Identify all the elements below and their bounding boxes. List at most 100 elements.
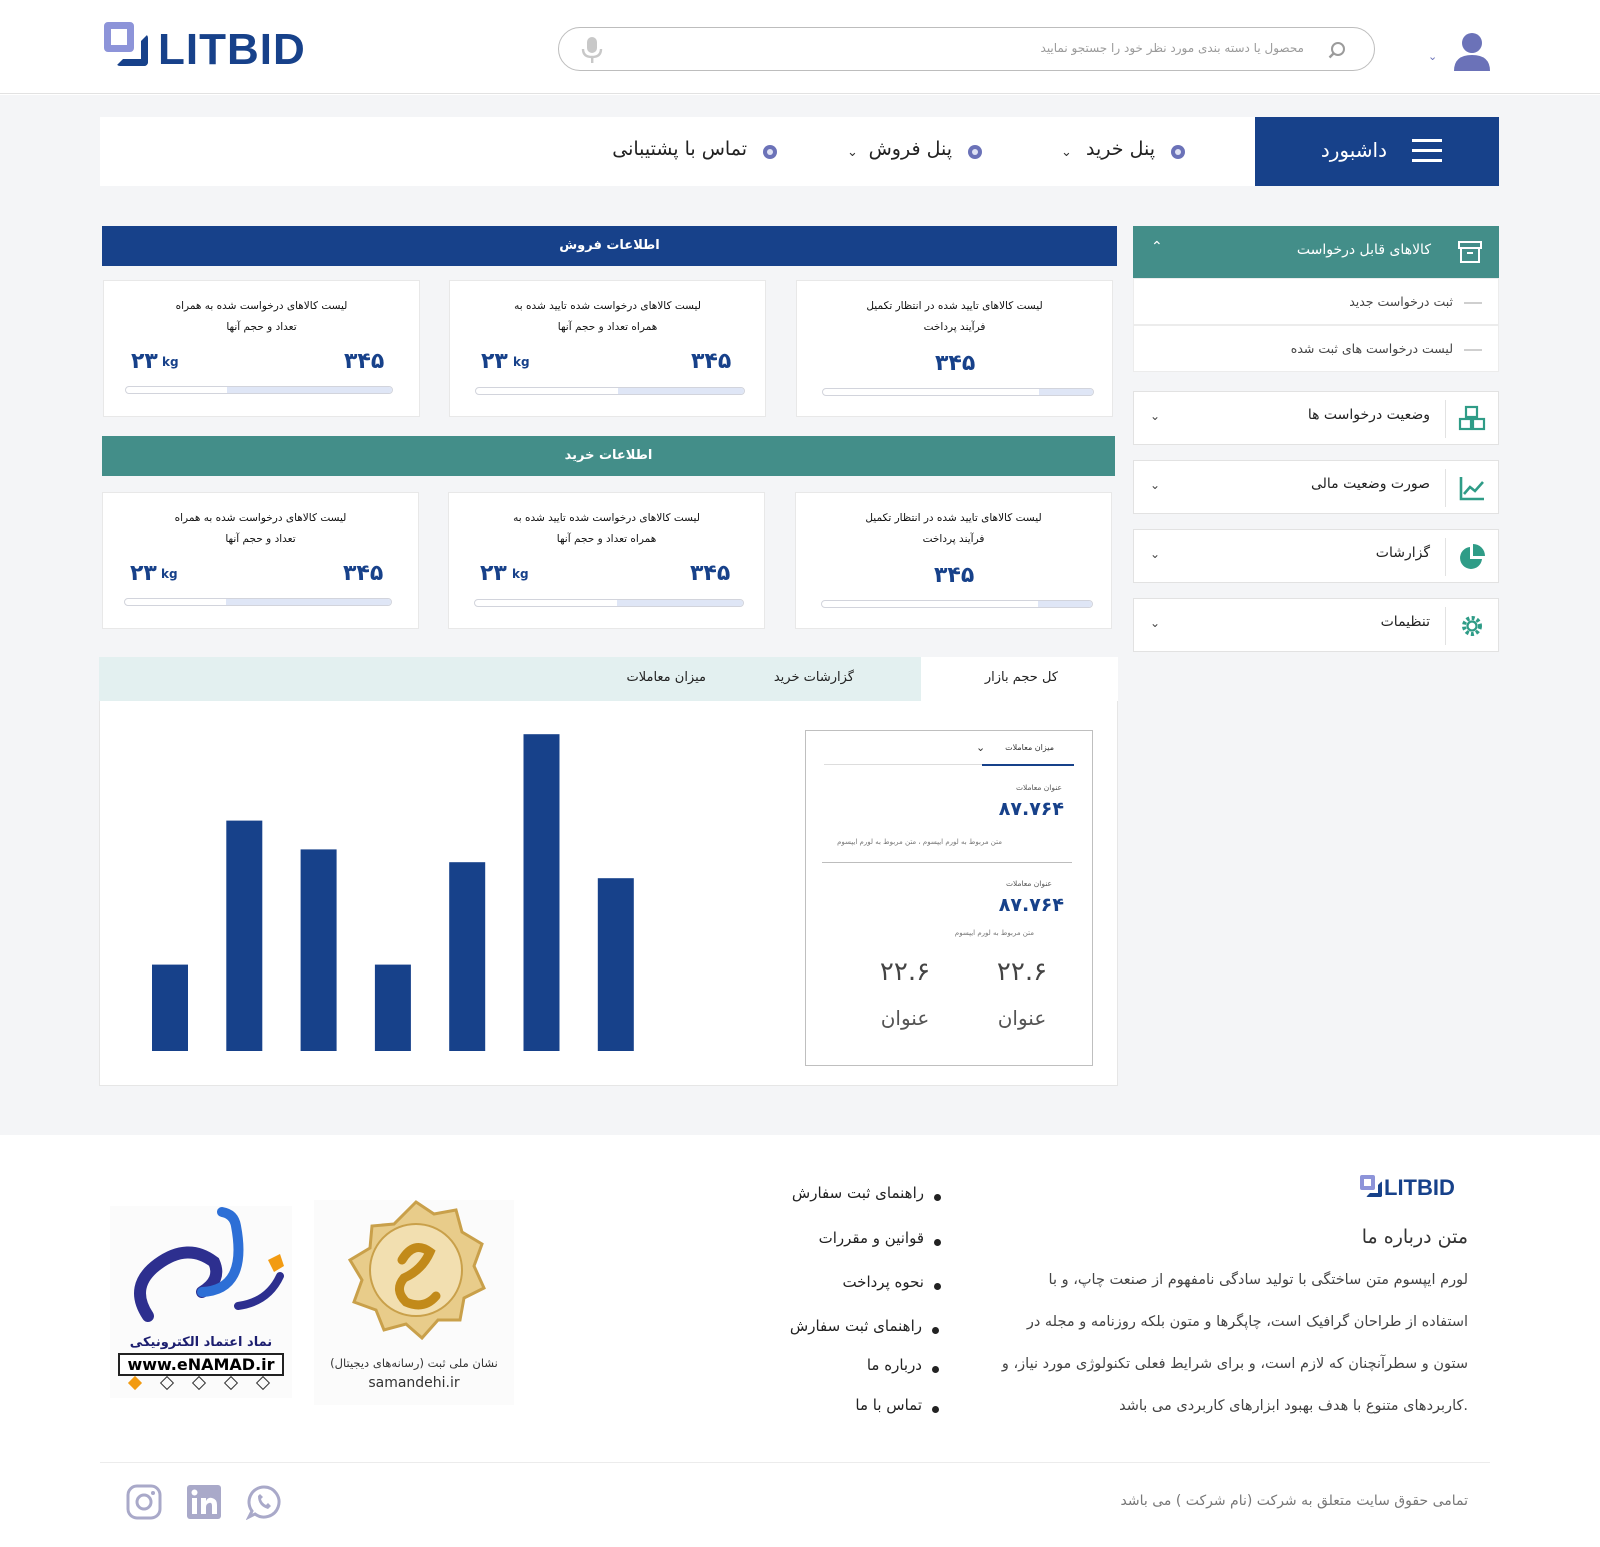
- tab-purchase-reports[interactable]: گزارشات خرید: [774, 670, 854, 685]
- sidebar-item-financial[interactable]: صورت وضعیت مالی ⌄: [1133, 460, 1499, 514]
- card-weight: ۲۳: [130, 561, 157, 586]
- logo[interactable]: LITBID: [104, 22, 314, 72]
- sidebar-sub-item[interactable]: ثبت درخواست جدید: [1133, 278, 1499, 325]
- enamad-badge[interactable]: نماد اعتماد الکترونیکی www.eNAMAD.ir: [110, 1206, 292, 1398]
- card-title: لیست کالاهای درخواست شده به همراه تعداد …: [174, 512, 347, 545]
- copyright: تمامی حقوق سایت متعلق به شرکت (نام شرکت …: [1120, 1493, 1468, 1509]
- metric-value: ۲۲.۶: [996, 957, 1048, 987]
- footer-logo[interactable]: LITBID: [1360, 1174, 1470, 1202]
- chevron-down-icon[interactable]: ⌄: [976, 741, 985, 754]
- stat-block-title: عنوان معاملات: [1005, 879, 1052, 888]
- card-progress: [474, 599, 744, 607]
- gear-icon: [1458, 612, 1486, 640]
- sidebar-item-settings[interactable]: تنظیمات ⌄: [1133, 598, 1499, 652]
- about-text-line: لورم ایپسوم متن ساختگی با تولید سادگی نا…: [1048, 1272, 1468, 1288]
- card-progress: [475, 387, 745, 395]
- top-header: LITBID محصول یا دسته بندی مورد نظر خود ر…: [0, 0, 1600, 94]
- card-count: ۳۴۵: [935, 351, 976, 376]
- dashboard-button[interactable]: داشبورد: [1255, 117, 1499, 186]
- stat-select-label: میزان معاملات: [1005, 743, 1054, 752]
- about-text-line: ستون و سطرآنچنان که لازم است، و برای شرا…: [1001, 1356, 1468, 1372]
- card-weight: ۲۳: [480, 561, 507, 586]
- sidebar-item-request-status[interactable]: وضعیت درخواست ها ⌄: [1133, 391, 1499, 445]
- bullet-icon: [932, 1366, 939, 1373]
- card-progress-fill: [617, 600, 743, 606]
- nav-buy-panel[interactable]: پنل خرید: [1086, 138, 1155, 160]
- chart-bar[interactable]: [374, 964, 411, 1051]
- metric-label: عنوان: [997, 1006, 1047, 1030]
- footer-link[interactable]: قوانین و مقررات: [819, 1229, 924, 1247]
- footer-link[interactable]: تماس با ما: [855, 1396, 922, 1414]
- user-icon[interactable]: [1453, 31, 1491, 71]
- chart-bar[interactable]: [300, 849, 337, 1051]
- card-count: ۳۴۵: [344, 349, 385, 374]
- nav-dot-icon: [763, 145, 777, 159]
- card-unit: kg: [512, 567, 529, 581]
- chevron-down-icon[interactable]: ⌄: [1150, 547, 1160, 561]
- nav-dot-icon: [968, 145, 982, 159]
- stat-block-value: ۸۷.۷۶۴: [998, 798, 1064, 820]
- nav-support[interactable]: تماس با پشتیبانی: [612, 138, 747, 160]
- stat-select-underline: [982, 764, 1074, 766]
- chart-bar[interactable]: [523, 734, 560, 1051]
- card-title: لیست کالاهای تایید شده در انتظار تکمیل ف…: [865, 512, 1042, 545]
- menu-icon[interactable]: [1412, 139, 1442, 163]
- mic-icon[interactable]: [581, 36, 603, 64]
- sales-card-2[interactable]: لیست کالاهای درخواست شده تایید شده به هم…: [449, 280, 766, 417]
- tab-transactions[interactable]: میزان معاملات: [626, 670, 706, 685]
- footer-divider: [100, 1462, 1490, 1463]
- dash-icon: [1464, 302, 1482, 304]
- bullet-icon: [934, 1239, 941, 1246]
- chevron-down-icon[interactable]: ⌄: [1150, 616, 1160, 630]
- footer-link[interactable]: راهنمای ثبت سفارش: [792, 1184, 924, 1202]
- footer-link[interactable]: راهنمای ثبت سفارش: [790, 1317, 922, 1335]
- sales-section-header: اطلاعات فروش: [102, 226, 1117, 266]
- search-icon[interactable]: [1328, 41, 1346, 59]
- separator: [1445, 538, 1446, 576]
- chart-bar[interactable]: [226, 820, 263, 1051]
- nav-sell-panel[interactable]: پنل فروش: [869, 138, 952, 160]
- instagram-icon[interactable]: [126, 1484, 162, 1520]
- card-progress-fill: [1038, 601, 1092, 607]
- chevron-down-icon[interactable]: ⌄: [1061, 145, 1072, 160]
- whatsapp-icon[interactable]: [245, 1484, 282, 1521]
- sidebar-sub-label: ثبت درخواست جدید: [1349, 294, 1453, 309]
- purchase-card-3[interactable]: لیست کالاهای درخواست شده به همراه تعداد …: [102, 492, 419, 629]
- chart-bar[interactable]: [597, 878, 634, 1051]
- sidebar-sub-item[interactable]: لیست درخواست های ثبت شده: [1133, 325, 1499, 372]
- chevron-down-icon[interactable]: ⌄: [1150, 478, 1160, 492]
- dashboard-label: داشبورد: [1320, 138, 1387, 162]
- bullet-icon: [932, 1327, 939, 1334]
- purchase-card-2[interactable]: لیست کالاهای درخواست شده تایید شده به هم…: [448, 492, 765, 629]
- enamad-caption: نماد اعتماد الکترونیکی: [129, 1335, 273, 1350]
- stat-select[interactable]: میزان معاملات ⌄: [824, 741, 1074, 766]
- search-input[interactable]: محصول یا دسته بندی مورد نظر خود را جستجو…: [1041, 41, 1304, 55]
- chevron-down-icon[interactable]: ⌄: [1150, 409, 1160, 423]
- sidebar-item-reports[interactable]: گزارشات ⌄: [1133, 529, 1499, 583]
- sidebar-item-label: گزارشات: [1375, 545, 1430, 561]
- card-title: لیست کالاهای درخواست شده به همراه تعداد …: [175, 300, 348, 333]
- card-progress-fill: [1039, 389, 1093, 395]
- logo-text: LITBID: [158, 25, 306, 74]
- chevron-down-icon[interactable]: ⌄: [847, 145, 858, 160]
- sales-card-1[interactable]: لیست کالاهای تایید شده در انتظار تکمیل ف…: [796, 280, 1113, 417]
- chart-bar[interactable]: [152, 964, 188, 1051]
- chevron-down-icon[interactable]: ⌄: [1428, 50, 1437, 63]
- sales-card-3[interactable]: لیست کالاهای درخواست شده به همراه تعداد …: [103, 280, 420, 417]
- cubes-icon: [1458, 405, 1486, 433]
- tab-total-market[interactable]: کل حجم بازار: [985, 670, 1058, 685]
- card-count: ۳۴۵: [343, 561, 384, 586]
- chevron-up-icon[interactable]: ⌃: [1151, 239, 1163, 255]
- bullet-icon: [934, 1194, 941, 1201]
- footer-link[interactable]: درباره ما: [867, 1356, 922, 1374]
- card-progress: [822, 388, 1094, 396]
- purchase-card-1[interactable]: لیست کالاهای تایید شده در انتظار تکمیل ف…: [795, 492, 1112, 629]
- samandehi-badge[interactable]: نشان ملی ثبت (رسانه‌های دیجیتال) samande…: [314, 1200, 514, 1405]
- linkedin-icon[interactable]: [186, 1484, 222, 1520]
- about-text-line: استفاده از طراحان گرافیک است، چاپگرها و …: [1026, 1314, 1468, 1330]
- sidebar-active-section[interactable]: کالاهای قابل درخواست ⌃: [1133, 226, 1499, 278]
- footer-link[interactable]: نحوه پرداخت: [842, 1273, 924, 1291]
- card-weight: ۲۳: [481, 349, 508, 374]
- chart-bar[interactable]: [449, 862, 486, 1051]
- search-bar[interactable]: محصول یا دسته بندی مورد نظر خود را جستجو…: [558, 27, 1375, 71]
